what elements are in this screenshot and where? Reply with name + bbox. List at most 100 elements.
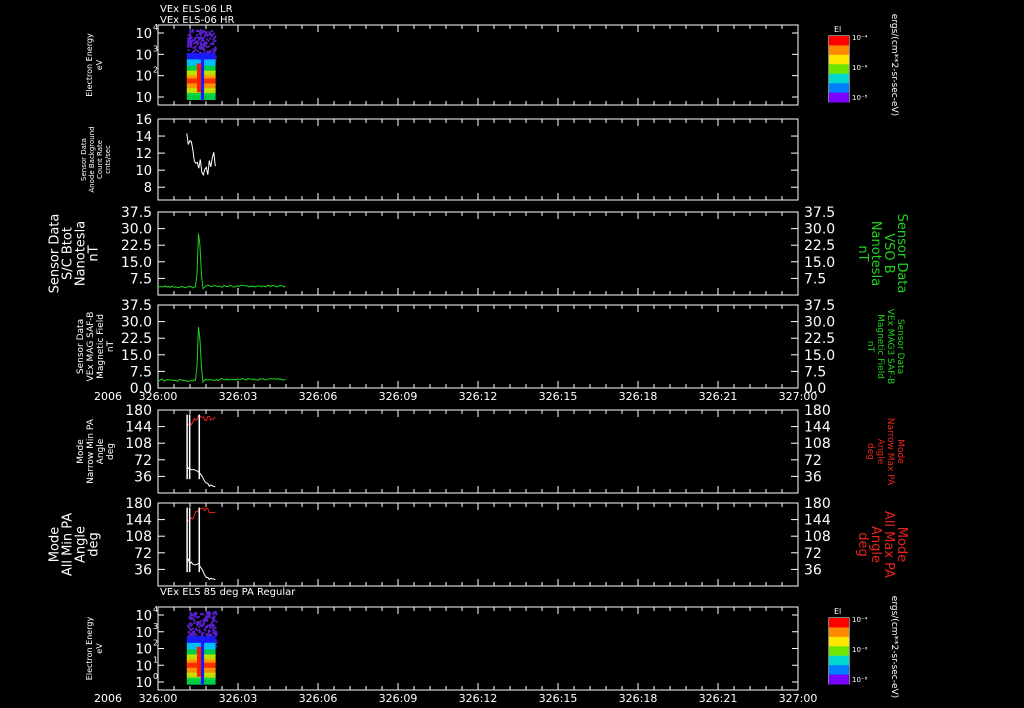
y-tick-label: 7.5 bbox=[130, 364, 152, 380]
y-axis-label: Narrow Min PA bbox=[86, 418, 96, 484]
panel-title: VEx ELS 85 deg PA Regular bbox=[160, 587, 296, 598]
y-tick-label: 15.0 bbox=[121, 348, 152, 364]
plot-canvas: 326:00 326:03 326:06 326:09 326:12 326:15 326:… bbox=[48, 4, 910, 705]
y-tick-label: 180 bbox=[125, 496, 152, 512]
spectrogram-cell bbox=[208, 616, 211, 619]
spectrogram-cell bbox=[210, 49, 213, 52]
spectrogram-cell bbox=[206, 34, 209, 37]
x-tick-label: 326:21 bbox=[699, 390, 738, 403]
colorbar-title: El bbox=[834, 607, 841, 616]
spectrogram-7 bbox=[186, 611, 218, 686]
panel-frame-7 bbox=[157, 606, 799, 691]
colorbar-segment bbox=[829, 73, 849, 84]
x-year-label: 2006 bbox=[94, 390, 122, 403]
colorbar-unit-label: ergs/(cm**2-sr-sec-eV) bbox=[889, 596, 899, 698]
spectrogram-cell bbox=[198, 629, 201, 632]
spectrogram-cell bbox=[196, 50, 199, 53]
spectrogram-cell bbox=[212, 631, 215, 634]
spectrogram-cell bbox=[215, 620, 218, 623]
colorbar-segment bbox=[829, 83, 849, 94]
spectrogram-cell bbox=[197, 622, 200, 625]
colorbar-segment bbox=[829, 627, 849, 638]
spectrogram-cell bbox=[197, 621, 200, 624]
spectrogram-cell bbox=[193, 46, 196, 49]
spectrogram-cell bbox=[189, 623, 192, 626]
y-axis-label: Count Rate bbox=[96, 140, 104, 179]
spectrogram-cell bbox=[201, 624, 204, 627]
x-tick-label: 327:00 bbox=[779, 692, 818, 705]
y-axis-label: Angle bbox=[96, 438, 106, 464]
spectrogram-cell bbox=[189, 33, 192, 36]
spectrogram-cell bbox=[212, 32, 215, 35]
y-tick-label: 0.0 bbox=[130, 381, 152, 397]
spectrogram-cell bbox=[195, 633, 198, 636]
colorbar-segment bbox=[829, 665, 849, 676]
spectrogram-cell bbox=[196, 34, 199, 37]
spectrogram-cell bbox=[195, 41, 198, 44]
y-tick-label: 22.5 bbox=[121, 238, 152, 254]
y-tick-label-right: 7.5 bbox=[804, 271, 826, 287]
spectrogram-cell bbox=[214, 633, 217, 636]
right-axis-label: Sensor Data bbox=[895, 319, 905, 374]
colorbar-tick-label: 10⁻⁶ bbox=[852, 646, 868, 654]
spectrogram-cell bbox=[187, 630, 190, 633]
y-tick-label: 10 bbox=[135, 164, 152, 179]
y-axis-label: Magnetic Field bbox=[96, 314, 106, 379]
y-tick-label-right: 22.5 bbox=[804, 331, 835, 347]
x-tick-label: 326:15 bbox=[539, 692, 578, 705]
spectrogram-cell bbox=[194, 48, 197, 51]
colorbar-segment bbox=[829, 655, 849, 666]
y-axis-label: Electron Energy bbox=[85, 33, 94, 97]
y-tick-label: 10 bbox=[135, 91, 152, 106]
y-tick-label-right: 15.0 bbox=[804, 255, 835, 271]
spectrogram-cell bbox=[204, 41, 207, 44]
right-axis-label: deg bbox=[855, 532, 870, 557]
spectrogram-cell bbox=[200, 39, 203, 42]
spectrogram-gap bbox=[200, 638, 205, 686]
spectrogram-cell bbox=[203, 36, 206, 39]
y-tick-label: 8 bbox=[144, 181, 152, 196]
series-white-line bbox=[186, 464, 216, 488]
y-tick-label: 14 bbox=[135, 130, 152, 145]
y-tick-label-right: 144 bbox=[804, 420, 831, 436]
x-tick-label: 326:03 bbox=[219, 390, 258, 403]
spectrogram-cell bbox=[210, 34, 213, 37]
y-tick-label: 30.0 bbox=[121, 315, 152, 331]
colorbar-segment bbox=[829, 646, 849, 657]
colorbar-segment bbox=[829, 64, 849, 75]
spectrogram-cell bbox=[187, 626, 190, 629]
x-tick-label: 326:03 bbox=[219, 692, 258, 705]
y-tick-label: 108 bbox=[125, 529, 152, 545]
y-tick-label: 37.5 bbox=[121, 205, 152, 221]
series-red-line bbox=[186, 414, 216, 426]
spectrogram-cell bbox=[212, 623, 215, 626]
spectrogram-cell bbox=[201, 613, 204, 616]
y-tick-label: 72 bbox=[134, 453, 152, 469]
spectrogram-cell bbox=[203, 51, 206, 54]
spectrogram-cell bbox=[209, 623, 212, 626]
spectrogram-cell bbox=[205, 45, 208, 48]
spectrogram-cell bbox=[210, 626, 213, 629]
spectrogram-cell bbox=[207, 45, 210, 48]
series-white-line bbox=[186, 133, 216, 177]
spectrogram-cell bbox=[188, 37, 191, 40]
spectrogram-cell bbox=[189, 31, 192, 34]
x-tick-label: 326:06 bbox=[299, 692, 338, 705]
spectrogram-cell bbox=[191, 623, 194, 626]
spectrogram-spike bbox=[196, 646, 201, 677]
y-axis-label: eV bbox=[95, 643, 104, 654]
spectrogram-cell bbox=[195, 627, 198, 630]
y-tick-sup: 2 bbox=[153, 66, 158, 75]
colorbar-tick-label: 10⁻⁶ bbox=[852, 64, 868, 72]
y-axis-label: nT bbox=[87, 245, 102, 261]
y-tick-label-right: 0.0 bbox=[804, 381, 826, 397]
y-tick-sup: 4 bbox=[153, 23, 158, 32]
figure: 326:00 326:03 326:06 326:09 326:12 326:15 326:… bbox=[0, 0, 1024, 708]
y-tick-label: 15.0 bbox=[121, 255, 152, 271]
colorbar-segment bbox=[829, 674, 849, 685]
y-tick-label-right: 72 bbox=[804, 453, 822, 469]
spectrogram-cell bbox=[197, 615, 200, 618]
spectrogram-cell bbox=[214, 46, 217, 49]
y-tick-sup: 3 bbox=[153, 44, 158, 53]
spectrogram-cell bbox=[209, 634, 212, 637]
